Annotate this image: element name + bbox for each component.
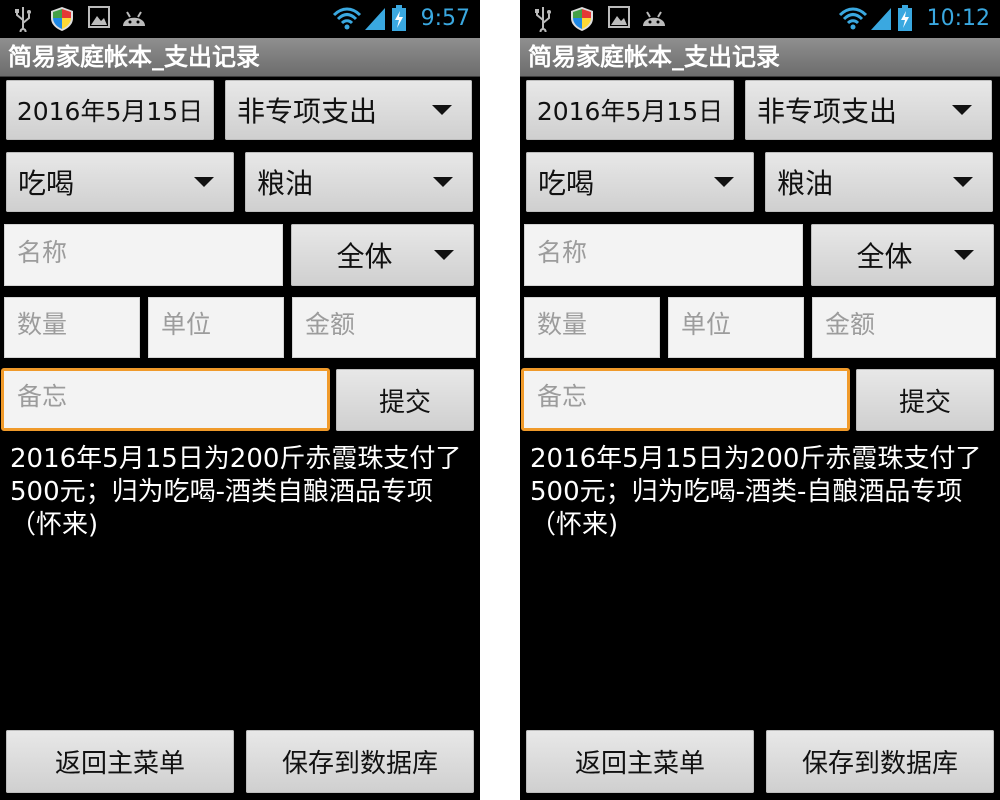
quantity-field[interactable]	[524, 297, 660, 358]
subcategory-spinner[interactable]: 粮油	[765, 152, 993, 212]
name-field[interactable]	[4, 224, 283, 286]
chevron-down-icon	[714, 177, 734, 187]
save-to-database-button[interactable]: 保存到数据库	[246, 730, 474, 793]
date-button[interactable]: 2016年5月15日	[6, 80, 214, 140]
submit-button-label: 提交	[898, 387, 951, 418]
summary-text: 2016年5月15日为200斤赤霞珠支付了500元；归为吃喝-酒类-自酿酒品专项…	[530, 444, 982, 540]
chevron-down-icon	[434, 250, 454, 260]
save-button-label: 保存到数据库	[281, 749, 438, 779]
submit-button-label: 提交	[378, 387, 431, 418]
quantity-field[interactable]	[4, 297, 140, 358]
android-icon	[123, 11, 145, 26]
date-button[interactable]: 2016年5月15日	[526, 80, 734, 140]
image-icon	[88, 6, 110, 28]
image-icon	[608, 6, 630, 28]
unit-field[interactable]	[148, 297, 284, 358]
category-spinner[interactable]: 吃喝	[526, 152, 754, 212]
expense-type-spinner[interactable]: 非专项支出	[745, 80, 992, 140]
app-title: 简易家庭帐本_支出记录	[528, 43, 780, 71]
scope-spinner[interactable]: 全体	[291, 224, 474, 286]
android-icon	[643, 11, 665, 26]
memo-field[interactable]	[521, 368, 850, 431]
status-bar: 9:57	[0, 0, 480, 38]
back-to-menu-button[interactable]: 返回主菜单	[526, 730, 754, 793]
battery-charging-icon	[898, 5, 912, 31]
status-bar: 10:12	[520, 0, 1000, 38]
clock: 9:57	[420, 6, 470, 31]
chevron-down-icon	[952, 105, 972, 115]
phone-screen-right: 10:12 简易家庭帐本_支出记录 2016年5月15日 非专项支出 吃喝 粮油…	[520, 0, 1000, 800]
summary-text: 2016年5月15日为200斤赤霞珠支付了500元；归为吃喝-酒类自酿酒品专项（…	[10, 444, 462, 540]
title-bar: 简易家庭帐本_支出记录	[0, 38, 480, 77]
clock: 10:12	[926, 6, 990, 31]
subcategory-spinner[interactable]: 粮油	[245, 152, 473, 212]
name-input[interactable]	[524, 224, 803, 286]
submit-button[interactable]: 提交	[336, 369, 474, 431]
chevron-down-icon	[433, 177, 453, 187]
signal-icon	[365, 8, 385, 30]
expense-type-spinner[interactable]: 非专项支出	[225, 80, 472, 140]
shield-icon	[51, 7, 73, 31]
back-button-label: 返回主菜单	[574, 749, 705, 779]
title-bar: 简易家庭帐本_支出记录	[520, 38, 1000, 77]
date-button-label: 2016年5月15日	[16, 97, 204, 126]
back-button-label: 返回主菜单	[54, 749, 185, 779]
quantity-input[interactable]	[524, 297, 660, 358]
unit-field[interactable]	[668, 297, 804, 358]
chevron-down-icon	[953, 177, 973, 187]
memo-field[interactable]	[1, 368, 330, 431]
battery-charging-icon	[392, 5, 406, 31]
submit-button[interactable]: 提交	[856, 369, 994, 431]
date-button-label: 2016年5月15日	[536, 97, 724, 126]
back-to-menu-button[interactable]: 返回主菜单	[6, 730, 234, 793]
unit-input[interactable]	[148, 297, 284, 358]
wifi-icon	[838, 7, 868, 30]
quantity-input[interactable]	[4, 297, 140, 358]
amount-field[interactable]	[292, 297, 476, 358]
chevron-down-icon	[194, 177, 214, 187]
name-input[interactable]	[4, 224, 283, 286]
signal-icon	[871, 8, 891, 30]
save-button-label: 保存到数据库	[801, 749, 958, 779]
memo-input[interactable]	[4, 371, 327, 428]
usb-icon	[15, 7, 31, 32]
category-spinner[interactable]: 吃喝	[6, 152, 234, 212]
wifi-icon	[332, 7, 362, 30]
save-to-database-button[interactable]: 保存到数据库	[766, 730, 994, 793]
phone-screen-left: 9:57 简易家庭帐本_支出记录 2016年5月15日 非专项支出 吃喝 粮油 …	[0, 0, 480, 800]
amount-input[interactable]	[292, 297, 476, 358]
usb-icon	[535, 7, 551, 32]
chevron-down-icon	[432, 105, 452, 115]
shield-icon	[571, 7, 593, 31]
chevron-down-icon	[954, 250, 974, 260]
unit-input[interactable]	[668, 297, 804, 358]
amount-input[interactable]	[812, 297, 996, 358]
app-title: 简易家庭帐本_支出记录	[8, 43, 260, 71]
name-field[interactable]	[524, 224, 803, 286]
scope-spinner[interactable]: 全体	[811, 224, 994, 286]
memo-input[interactable]	[524, 371, 847, 428]
amount-field[interactable]	[812, 297, 996, 358]
